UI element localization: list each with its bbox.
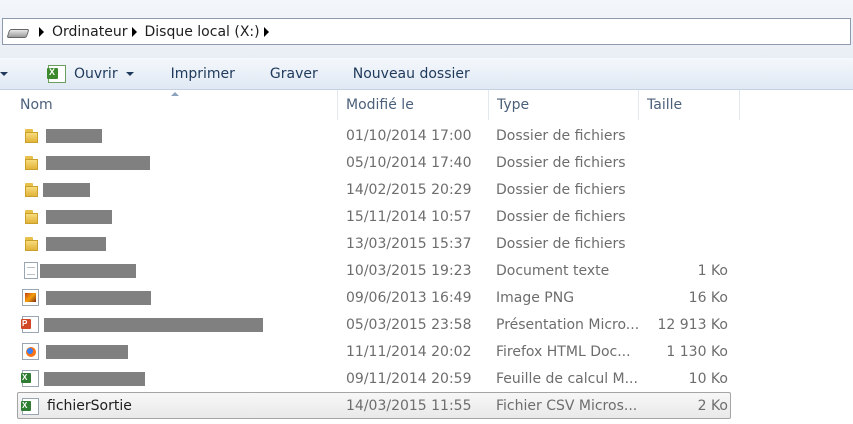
file-size: 1 Ko [697,262,728,279]
csv-file-icon: X [21,398,39,415]
file-modified: 15/11/2014 10:57 [346,208,472,225]
chevron-down-icon[interactable] [125,71,134,76]
breadcrumb-arrow-icon[interactable] [39,26,44,37]
redacted-file-name [46,156,150,170]
file-type: Firefox HTML Doc... [496,343,631,360]
powerpoint-icon: P [21,316,39,333]
folder-icon [22,181,39,198]
file-type: Document texte [496,262,610,279]
file-size [640,149,728,176]
file-row[interactable]: 14/02/2015 20:29 Dossier de fichiers [0,176,740,203]
open-button-label: Ouvrir [74,65,118,82]
file-type: Dossier de fichiers [496,208,626,225]
column-header-modified-label: Modifié le [346,97,414,113]
excel-icon: X [47,64,66,83]
file-row-selected[interactable]: X fichierSortie 14/03/2015 11:55 Fichier… [17,392,731,419]
file-row[interactable]: P 05/03/2015 23:58 Présentation Micro...… [0,311,740,338]
file-size: 2 Ko [697,397,728,414]
redacted-file-name [46,345,128,359]
column-headers: Nom Modifié le Type Taille [0,90,853,120]
file-type: Dossier de fichiers [496,127,626,144]
redacted-file-name [46,129,102,143]
column-header-modified[interactable]: Modifié le [338,90,489,120]
file-size [640,176,728,203]
folder-icon [22,127,39,144]
file-type: Dossier de fichiers [496,154,626,171]
firefox-html-icon [22,343,39,360]
file-modified: 10/03/2015 19:23 [346,262,472,279]
address-bar[interactable]: Ordinateur Disque local (X:) [2,18,851,45]
file-row[interactable]: 15/11/2014 10:57 Dossier de fichiers [0,203,740,230]
print-button[interactable]: Imprimer [171,58,235,90]
new-folder-button[interactable]: Nouveau dossier [353,58,470,90]
file-row[interactable]: 09/06/2013 16:49 Image PNG 16 Ko [0,284,740,311]
redacted-file-name [43,183,90,197]
file-row[interactable]: 01/10/2014 17:00 Dossier de fichiers [0,122,740,149]
file-type: Feuille de calcul M... [496,370,638,387]
breadcrumb-arrow-icon[interactable] [263,26,269,37]
folder-icon [22,208,39,225]
redacted-file-name [46,210,112,224]
file-type: Dossier de fichiers [496,235,626,252]
column-header-type-label: Type [497,97,530,113]
folder-icon [22,154,39,171]
file-modified: 14/02/2015 20:29 [346,181,472,198]
redacted-file-name [44,318,263,332]
burn-button-label: Graver [269,65,318,82]
file-row[interactable]: 11/11/2014 20:02 Firefox HTML Doc... 1 1… [0,338,740,365]
png-image-icon [22,289,39,306]
address-area: Ordinateur Disque local (X:) [0,0,853,58]
redacted-file-name [46,237,106,251]
file-modified: 14/03/2015 11:55 [346,397,472,414]
file-size: 1 130 Ko [666,343,728,360]
new-folder-button-label: Nouveau dossier [352,65,470,82]
file-size [640,122,728,149]
redacted-file-name [44,372,145,386]
file-row[interactable]: 05/10/2014 17:40 Dossier de fichiers [0,149,740,176]
open-button[interactable]: X Ouvrir [47,58,134,90]
file-name: fichierSortie [47,397,132,414]
file-type: Fichier CSV Micros... [496,397,638,414]
organize-dropdown-arrow-icon[interactable] [0,71,8,76]
file-row[interactable]: X 09/11/2014 20:59 Feuille de calcul M..… [0,365,740,392]
file-row[interactable]: 10/03/2015 19:23 Document texte 1 Ko [0,257,740,284]
file-size [640,230,728,257]
redacted-file-name [40,264,136,278]
file-modified: 05/10/2014 17:40 [346,154,472,171]
file-modified: 09/06/2013 16:49 [346,289,472,306]
column-header-name[interactable]: Nom [12,90,338,120]
drive-icon [6,25,30,39]
file-modified: 11/11/2014 20:02 [346,343,472,360]
excel-icon: X [21,370,39,387]
file-row[interactable]: 13/03/2015 15:37 Dossier de fichiers [0,230,740,257]
file-modified: 13/03/2015 15:37 [346,235,472,252]
file-size: 10 Ko [688,370,728,387]
command-toolbar: X Ouvrir Imprimer Graver Nouveau dossier [0,58,853,90]
text-document-icon [24,262,38,279]
file-size [640,203,728,230]
breadcrumb-arrow-icon[interactable] [131,26,137,37]
column-header-size[interactable]: Taille [639,90,740,120]
file-type: Dossier de fichiers [496,181,626,198]
column-header-size-label: Taille [647,97,683,113]
burn-button[interactable]: Graver [270,58,318,90]
file-modified: 05/03/2015 23:58 [346,316,472,333]
file-type: Image PNG [496,289,575,306]
file-modified: 09/11/2014 20:59 [346,370,472,387]
file-type: Présentation Micro... [496,316,640,333]
file-modified: 01/10/2014 17:00 [346,127,472,144]
print-button-label: Imprimer [170,65,235,82]
breadcrumb-computer[interactable]: Ordinateur [52,24,128,40]
folder-icon [22,235,39,252]
redacted-file-name [46,291,151,305]
column-header-type[interactable]: Type [489,90,639,120]
column-header-name-label: Nom [20,97,53,113]
file-size: 16 Ko [688,289,728,306]
file-size: 12 913 Ko [657,316,729,333]
breadcrumb-local-disk[interactable]: Disque local (X:) [145,24,260,40]
